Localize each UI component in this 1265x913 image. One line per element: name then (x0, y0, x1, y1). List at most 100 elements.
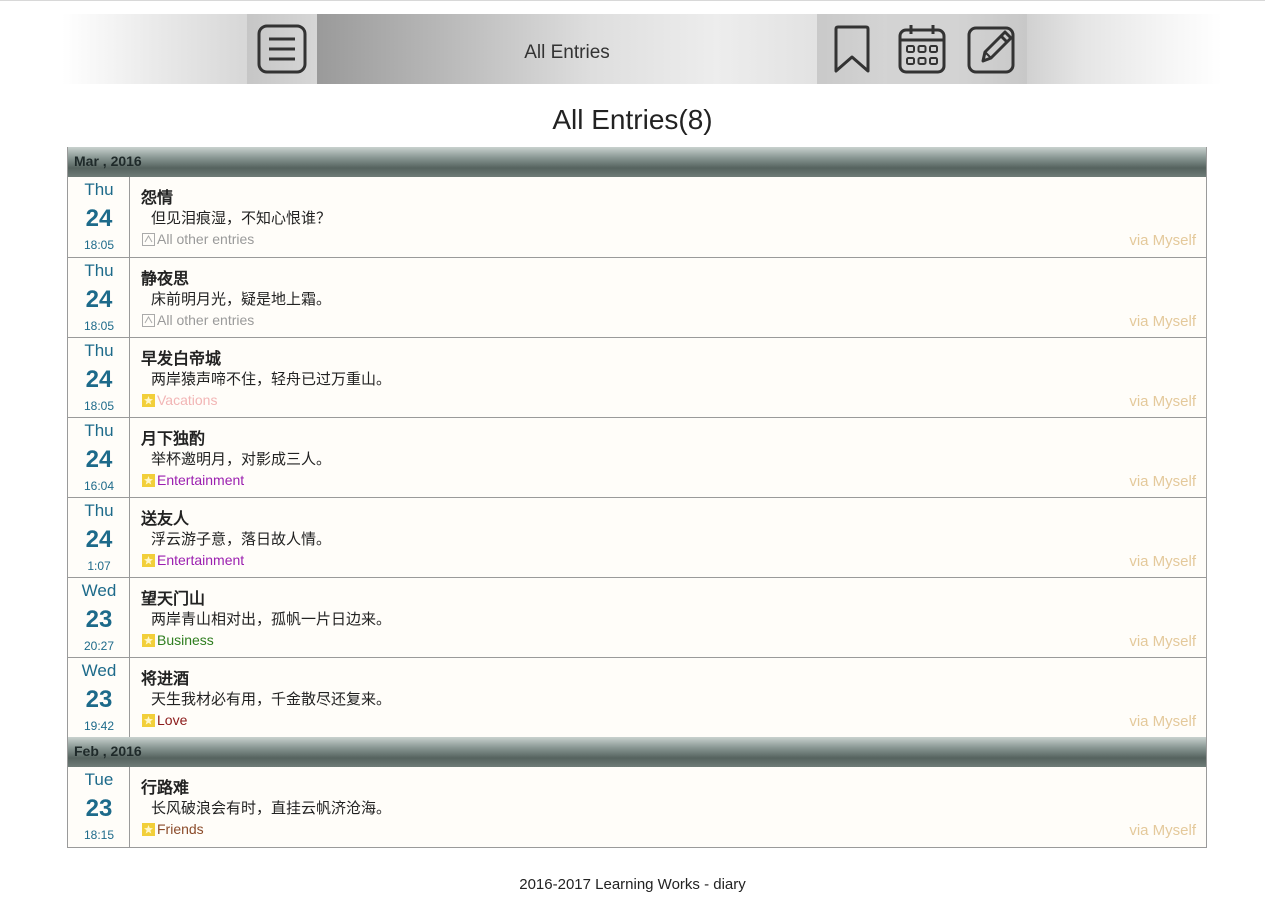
entry-category[interactable]: Entertainment (142, 472, 244, 488)
entry-title[interactable]: 怨情 (141, 184, 173, 208)
entry-source: via Myself (1129, 633, 1196, 650)
entry-row[interactable]: Wed 23 20:27 望天门山两岸青山相对出，孤帆一片日边来。 Business vi… (68, 577, 1206, 657)
entry-title[interactable]: 将进酒 (141, 665, 189, 689)
entry-excerpt: 天生我材必有用，千金散尽还复来。 (151, 691, 392, 708)
entry-day: 24 (85, 526, 113, 553)
entry-time: 18:05 (83, 319, 115, 333)
entry-source: via Myself (1129, 473, 1196, 490)
month-header: Feb , 2016 (68, 737, 1206, 767)
entry-date: Thu 24 18:05 (68, 338, 130, 417)
entry-title[interactable]: 望天门山 (141, 585, 205, 609)
entry-time: 1:07 (87, 559, 111, 573)
category-star-icon (142, 713, 155, 727)
entry-category-label: Friends (157, 821, 204, 837)
menu-icon (257, 24, 307, 74)
entry-weekday: Wed (81, 661, 117, 680)
entry-category[interactable]: Vacations (142, 392, 217, 408)
entry-source: via Myself (1129, 393, 1196, 410)
calendar-icon (898, 25, 946, 74)
entry-time: 18:05 (83, 238, 115, 252)
entry-excerpt: 两岸猿声啼不住，轻舟已过万重山。 (151, 371, 392, 388)
entry-row[interactable]: Tue 23 18:15 行路难长风破浪会有时，直挂云帆济沧海。 Friends via … (68, 767, 1206, 847)
bookmark-button[interactable] (817, 14, 887, 84)
entry-title[interactable]: 月下独酌 (141, 425, 205, 449)
calendar-button[interactable] (887, 14, 957, 84)
menu-button[interactable] (247, 14, 317, 84)
entry-excerpt: 举杯邀明月，对影成三人。 (151, 451, 332, 468)
entry-title[interactable]: 送友人 (141, 505, 189, 529)
new-entry-button[interactable] (957, 14, 1027, 84)
edit-icon (967, 26, 1015, 74)
entry-excerpt: 浮云游子意，落日故人情。 (151, 531, 332, 548)
entry-category[interactable]: Business (142, 632, 214, 648)
footer: 2016-2017 Learning Works - diary (519, 876, 746, 893)
entry-title[interactable]: 行路难 (141, 774, 189, 798)
category-star-icon (142, 393, 155, 407)
month-header: Mar , 2016 (68, 147, 1206, 177)
entry-source: via Myself (1129, 232, 1196, 249)
folder-icon (142, 232, 155, 246)
entry-source: via Myself (1129, 553, 1196, 570)
entry-category[interactable]: Entertainment (142, 552, 244, 568)
window-top-border (0, 0, 1265, 4)
entry-weekday: Wed (81, 581, 117, 600)
entry-date: Wed 23 19:42 (68, 658, 130, 737)
entry-day: 23 (85, 606, 113, 633)
entry-day: 23 (85, 686, 113, 713)
entry-category[interactable]: Love (142, 712, 187, 728)
entry-category-label: Love (157, 712, 188, 728)
category-star-icon (142, 822, 155, 836)
entry-time: 18:15 (83, 828, 115, 842)
entry-category-label: Business (157, 632, 214, 648)
entry-source: via Myself (1129, 822, 1196, 839)
entry-date: Thu 24 16:04 (68, 418, 130, 497)
entry-weekday: Tue (84, 770, 114, 789)
entry-source: via Myself (1129, 713, 1196, 730)
entry-excerpt: 长风破浪会有时，直挂云帆济沧海。 (151, 800, 392, 817)
entry-excerpt: 两岸青山相对出，孤帆一片日边来。 (151, 611, 392, 628)
entry-source: via Myself (1129, 313, 1196, 330)
entry-time: 16:04 (83, 479, 115, 493)
entry-title[interactable]: 静夜思 (141, 265, 189, 289)
entry-date: Tue 23 18:15 (68, 767, 130, 847)
bookmark-icon (834, 25, 870, 73)
app-header: All Entries (62, 14, 1222, 84)
entry-weekday: Thu (84, 501, 114, 520)
entry-category[interactable]: Friends (142, 821, 204, 837)
category-star-icon (142, 553, 155, 567)
entry-day: 24 (85, 286, 113, 313)
entry-category-label: All other entries (157, 231, 255, 247)
entry-day: 23 (85, 795, 113, 822)
entry-row[interactable]: Thu 24 1:07 送友人浮云游子意，落日故人情。 Entertainment via… (68, 497, 1206, 577)
entry-category-label: Entertainment (157, 552, 245, 568)
entry-time: 18:05 (83, 399, 115, 413)
entry-row[interactable]: Wed 23 19:42 将进酒天生我材必有用，千金散尽还复来。 Love via Mys… (68, 657, 1206, 737)
entry-row[interactable]: Thu 24 18:05 早发白帝城两岸猿声啼不住，轻舟已过万重山。 Vacations… (68, 337, 1206, 417)
entry-weekday: Thu (84, 341, 114, 360)
folder-icon (142, 313, 155, 327)
entry-category[interactable]: All other entries (142, 231, 254, 247)
entry-category-label: Entertainment (157, 472, 245, 488)
entry-excerpt: 床前明月光，疑是地上霜。 (151, 291, 332, 308)
entry-date: Wed 23 20:27 (68, 578, 130, 657)
entry-day: 24 (85, 366, 113, 393)
entry-weekday: Thu (84, 180, 114, 199)
entries-list: Mar , 2016 Thu 24 18:05 怨情但见泪痕湿，不知心恨谁？ All ot… (67, 147, 1207, 848)
entry-date: Thu 24 18:05 (68, 258, 130, 337)
entry-excerpt: 但见泪痕湿，不知心恨谁？ (151, 210, 332, 227)
header-title: All Entries (317, 14, 817, 84)
entry-row[interactable]: Thu 24 18:05 怨情但见泪痕湿，不知心恨谁？ All other entrie… (68, 177, 1206, 257)
entry-time: 19:42 (83, 719, 115, 733)
entry-title[interactable]: 早发白帝城 (141, 345, 221, 369)
entry-date: Thu 24 18:05 (68, 177, 130, 257)
entry-weekday: Thu (84, 421, 114, 440)
entry-day: 24 (85, 205, 113, 232)
entry-day: 24 (85, 446, 113, 473)
entry-category[interactable]: All other entries (142, 312, 254, 328)
entry-row[interactable]: Thu 24 18:05 静夜思床前明月光，疑是地上霜。 All other entri… (68, 257, 1206, 337)
entry-time: 20:27 (83, 639, 115, 653)
entry-weekday: Thu (84, 261, 114, 280)
category-star-icon (142, 633, 155, 647)
entry-category-label: All other entries (157, 312, 255, 328)
entry-row[interactable]: Thu 24 16:04 月下独酌举杯邀明月，对影成三人。 Entertainment v… (68, 417, 1206, 497)
